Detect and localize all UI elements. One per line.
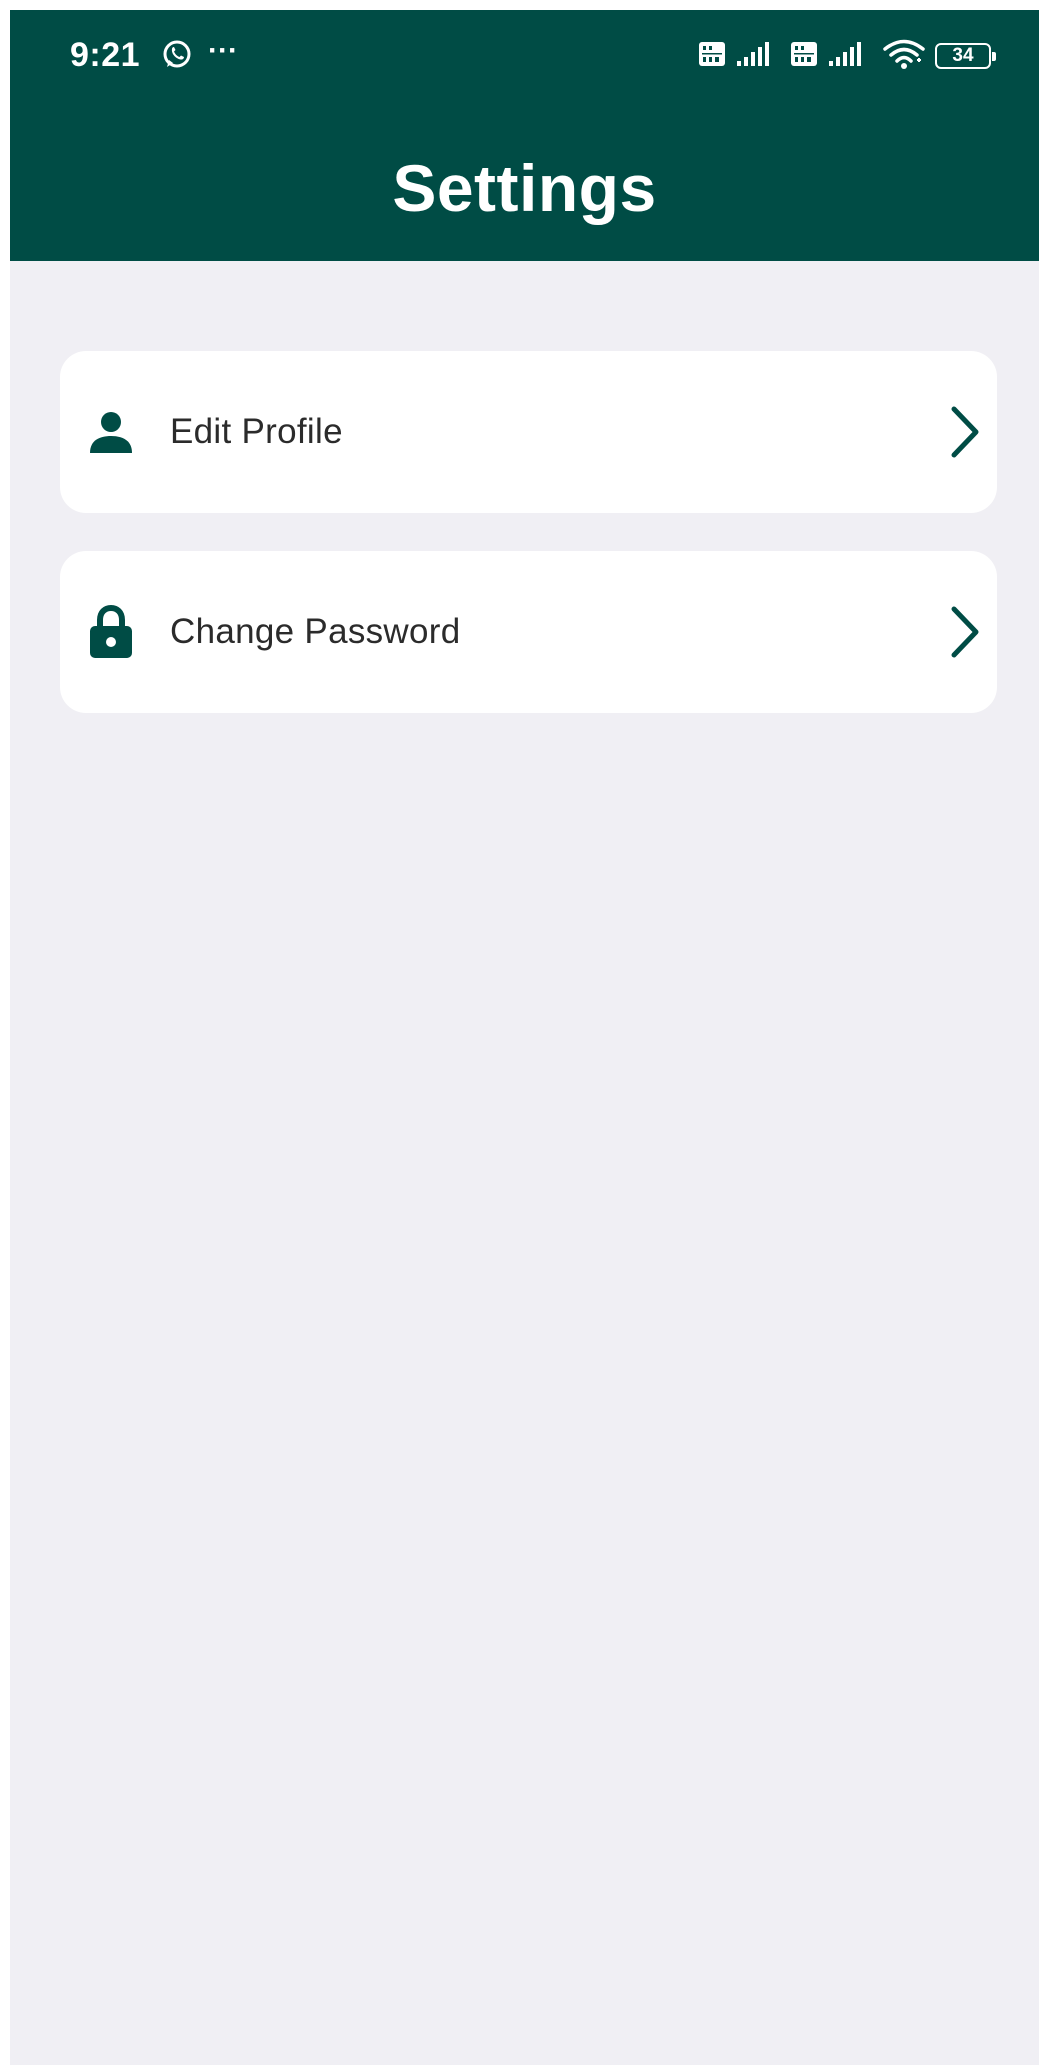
status-left-icons: ··· [160,36,238,77]
settings-item-edit-profile[interactable]: Edit Profile [60,351,997,513]
status-time: 9:21 [70,36,141,74]
settings-item-change-password[interactable]: Change Password [60,551,997,713]
status-right-icons: 34 [697,38,996,75]
person-icon [86,404,136,460]
volte-icon [789,39,819,74]
settings-item-label: Change Password [170,612,461,651]
more-dots-icon: ··· [208,34,238,67]
signal-icon [735,39,781,74]
lock-icon [86,604,136,660]
settings-item-label: Edit Profile [170,412,343,451]
whatsapp-icon [160,38,194,77]
signal-icon [827,39,873,74]
chevron-right-icon [945,404,985,460]
app-header: 9:21 ··· 34 Settings [10,10,1039,261]
page-title: Settings [392,151,657,225]
volte-icon [697,39,727,74]
chevron-right-icon [945,604,985,660]
settings-screen: 9:21 ··· 34 Settings Edit Profile Change… [10,10,1039,2065]
battery-icon: 34 [935,43,996,69]
battery-level: 34 [952,45,974,66]
wifi-icon [881,38,927,75]
